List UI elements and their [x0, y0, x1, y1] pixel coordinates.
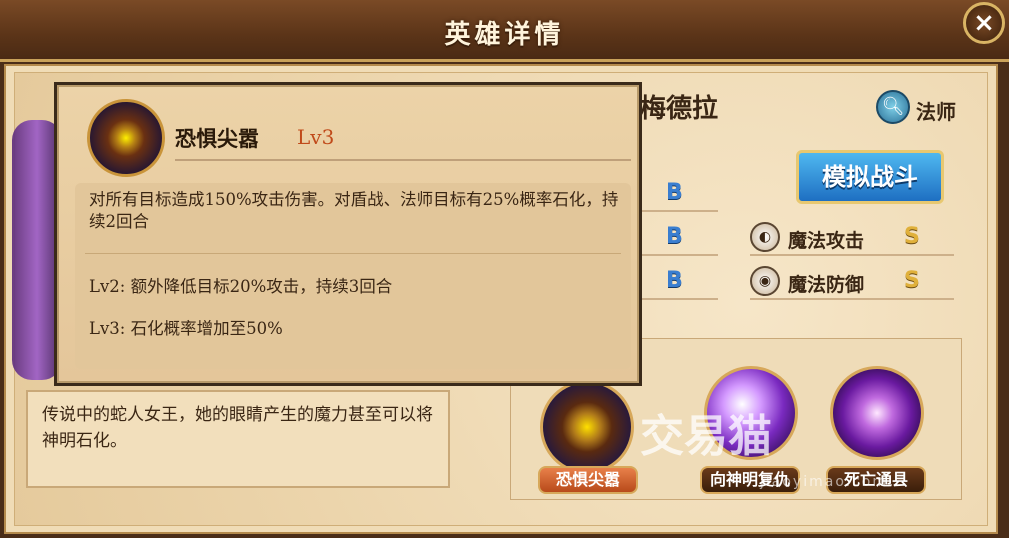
stat-grade: B — [666, 268, 683, 293]
watermark: 交易猫 — [640, 411, 772, 462]
hero-description: 传说中的蛇人女王，她的眼睛产生的魔力甚至可以将神明石化。 — [42, 405, 433, 451]
magic-defense-icon: ◉ — [750, 266, 780, 296]
stat-grade: S — [904, 268, 920, 293]
close-button[interactable]: × — [963, 2, 1005, 44]
stat-grade: S — [904, 224, 920, 249]
page-title: 英雄详情 — [444, 20, 565, 50]
tooltip-skill-name: 恐惧尖嚣 — [175, 126, 259, 151]
skill-death-gaze-icon[interactable] — [830, 366, 924, 460]
stat-grade: B — [666, 224, 683, 249]
stat-grade: B — [666, 180, 683, 205]
hero-class-label: 法师 — [916, 100, 956, 124]
tooltip-lv2-effect: Lv2: 额外降低目标20%攻击，持续3回合 — [89, 277, 393, 296]
close-icon: × — [973, 8, 995, 38]
stat-row-magic-attack: ◐ 魔法攻击 S — [750, 222, 954, 256]
stat-row-magic-defense: ◉ 魔法防御 S — [750, 266, 954, 300]
magic-attack-icon: ◐ — [750, 222, 780, 252]
skill-tooltip: 恐惧尖嚣 Lv3 对所有目标造成150%攻击伤害。对盾战、法师目标有25%概率石… — [54, 82, 642, 386]
skill-fear-scream-icon[interactable] — [540, 380, 634, 474]
hero-name: 梅德拉 — [640, 94, 719, 124]
divider — [85, 253, 621, 254]
tooltip-skill-level: Lv3 — [297, 125, 335, 149]
skill-eye-icon — [87, 99, 165, 177]
tooltip-lv3-effect: Lv3: 石化概率增加至50% — [89, 319, 283, 338]
divider — [175, 159, 631, 161]
skill-label[interactable]: 恐惧尖嚣 — [538, 466, 638, 494]
watermark-url: jiaoyimao.com — [760, 474, 888, 490]
tooltip-main-effect: 对所有目标造成150%攻击伤害。对盾战、法师目标有25%概率石化，持续2回合 — [89, 190, 619, 231]
class-magnifier-icon: 🔍︎ — [876, 90, 910, 124]
stat-label: 魔法防御 — [788, 274, 865, 296]
hero-description-box: 传说中的蛇人女王，她的眼睛产生的魔力甚至可以将神明石化。 — [26, 390, 450, 488]
stat-label: 魔法攻击 — [788, 230, 865, 252]
title-bar: 英雄详情 — [0, 0, 1009, 62]
game-window: 英雄详情 × 梅德拉 🔍︎ 法师 模拟战斗 B B B ◐ 魔法攻击 S ◉ 魔… — [0, 0, 1009, 538]
simulate-battle-button[interactable]: 模拟战斗 — [796, 150, 944, 204]
